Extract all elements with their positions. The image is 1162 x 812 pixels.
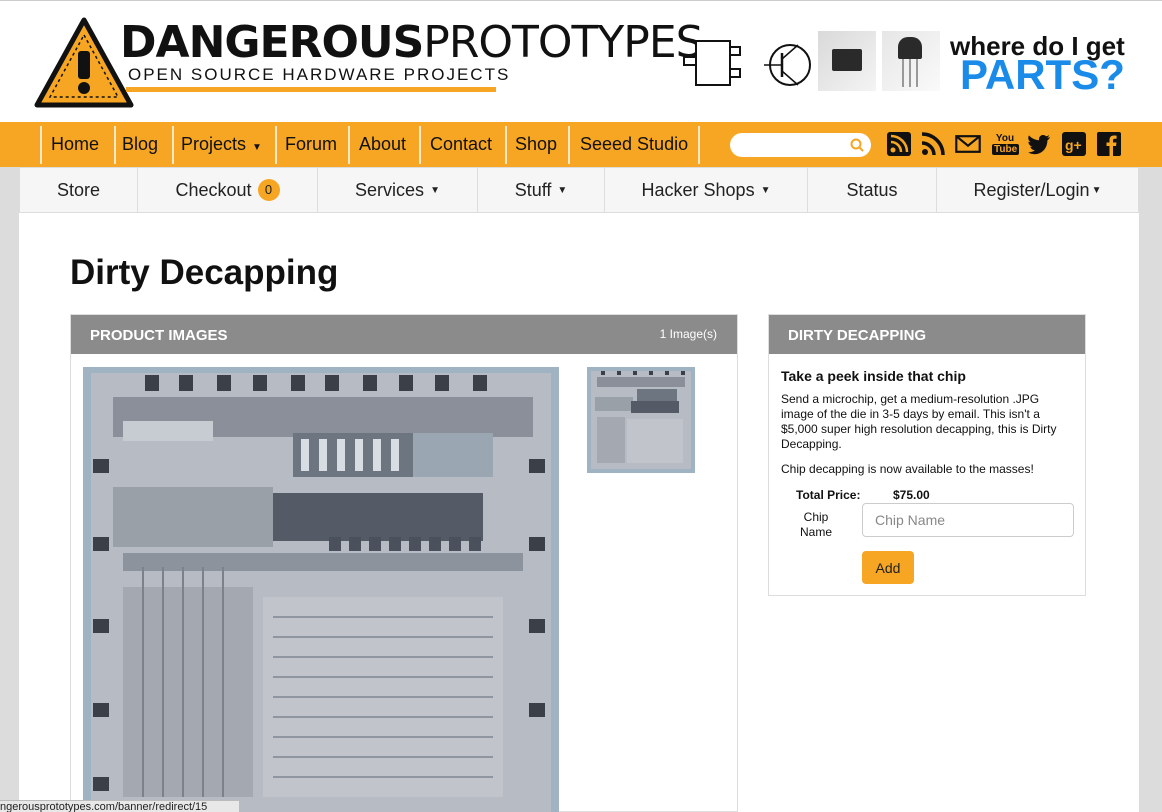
page: DANGEROUSPROTOTYPES OPEN SOURCE HARDWARE… — [0, 0, 1162, 812]
store-nav-checkout[interactable]: Checkout 0 — [138, 168, 318, 212]
main-content: Dirty Decapping PRODUCT IMAGES 1 Image(s… — [19, 213, 1139, 812]
product-note: Chip decapping is now available to the m… — [781, 462, 1034, 476]
logo-underline — [126, 87, 496, 92]
nav-blog[interactable]: Blog — [122, 134, 158, 155]
google-plus-icon[interactable]: g+ — [1061, 131, 1087, 157]
nav-divider — [275, 126, 277, 164]
store-nav-hacker-shops[interactable]: Hacker Shops ▼ — [605, 168, 808, 212]
nav-contact[interactable]: Contact — [430, 134, 492, 155]
chip-die-thumbnail[interactable] — [587, 367, 695, 473]
nav-home[interactable]: Home — [51, 134, 99, 155]
feed-icon[interactable] — [920, 131, 946, 157]
rss-icon[interactable] — [886, 131, 912, 157]
chevron-down-icon: ▼ — [430, 184, 440, 196]
chip-die-image[interactable] — [83, 367, 559, 812]
parts-banner-line2: PARTS? — [960, 51, 1125, 98]
chip-name-label: Chip Name — [799, 510, 832, 539]
product-info-header: DIRTY DECAPPING — [769, 315, 1085, 354]
search-icon[interactable] — [850, 138, 864, 152]
nav-seeed-studio[interactable]: Seeed Studio — [580, 134, 688, 155]
store-nav: Store Checkout 0 Services ▼ Stuff ▼ Hacker … — [19, 167, 1139, 213]
nav-divider — [40, 126, 42, 164]
site-logo[interactable]: DANGEROUSPROTOTYPES OPEN SOURCE HARDWARE… — [34, 15, 704, 111]
svg-text:g+: g+ — [1065, 137, 1082, 153]
image-count: 1 Image(s) — [659, 327, 717, 341]
logo-title: DANGEROUSPROTOTYPES — [120, 17, 704, 68]
store-nav-register-login[interactable]: Register/Login ▼ — [937, 168, 1138, 212]
product-info-panel: DIRTY DECAPPING Take a peek inside that … — [768, 314, 1086, 596]
chevron-down-icon: ▼ — [760, 184, 771, 196]
site-header: DANGEROUSPROTOTYPES OPEN SOURCE HARDWARE… — [0, 0, 1162, 122]
store-nav-services[interactable]: Services ▼ — [318, 168, 478, 212]
nav-projects[interactable]: Projects ▼ — [181, 134, 262, 155]
cart-count-badge: 0 — [257, 179, 280, 201]
nav-divider — [568, 126, 570, 164]
nav-divider — [172, 126, 174, 164]
warning-triangle-icon — [34, 17, 134, 108]
status-bar-url: ngerousprototypes.com/banner/redirect/15 — [0, 800, 240, 812]
nav-divider — [348, 126, 350, 164]
total-price-label: Total Price: — [796, 488, 861, 502]
nav-divider — [698, 126, 700, 164]
to92-chip-photo — [882, 31, 940, 91]
add-to-cart-button[interactable]: Add — [862, 551, 914, 584]
nav-forum[interactable]: Forum — [285, 134, 337, 155]
main-nav: Home Blog Projects ▼ Forum About Contact … — [0, 122, 1162, 167]
chip-name-input[interactable] — [862, 503, 1074, 537]
product-images-header: PRODUCT IMAGES 1 Image(s) — [71, 315, 737, 354]
store-nav-store[interactable]: Store — [20, 168, 138, 212]
page-title: Dirty Decapping — [70, 253, 339, 292]
chevron-down-icon: ▼ — [557, 184, 568, 196]
nav-about[interactable]: About — [359, 134, 406, 155]
twitter-icon[interactable] — [1026, 131, 1052, 157]
nav-divider — [419, 126, 421, 164]
sot23-chip-photo — [818, 31, 876, 91]
product-tagline: Take a peek inside that chip — [781, 368, 966, 384]
nav-divider — [114, 126, 116, 164]
nav-shop[interactable]: Shop — [515, 134, 557, 155]
product-images-title: PRODUCT IMAGES — [90, 327, 228, 344]
facebook-icon[interactable] — [1096, 131, 1122, 157]
mail-icon[interactable] — [955, 131, 981, 157]
product-info-title: DIRTY DECAPPING — [788, 327, 927, 344]
chevron-down-icon: ▼ — [1091, 184, 1102, 196]
total-price-value: $75.00 — [893, 488, 930, 502]
logo-subtitle: OPEN SOURCE HARDWARE PROJECTS — [128, 65, 511, 84]
youtube-icon[interactable]: You Tube — [992, 131, 1020, 157]
store-nav-status[interactable]: Status — [808, 168, 937, 212]
store-nav-stuff[interactable]: Stuff ▼ — [478, 168, 605, 212]
parts-banner[interactable]: where do I get PARTS? — [668, 25, 1138, 105]
nav-divider — [505, 126, 507, 164]
product-description: Send a microchip, get a medium-resolutio… — [781, 392, 1057, 451]
chevron-down-icon: ▼ — [252, 142, 262, 153]
transistor-diagram-icon — [683, 40, 811, 86]
product-images-panel: PRODUCT IMAGES 1 Image(s) — [70, 314, 738, 812]
